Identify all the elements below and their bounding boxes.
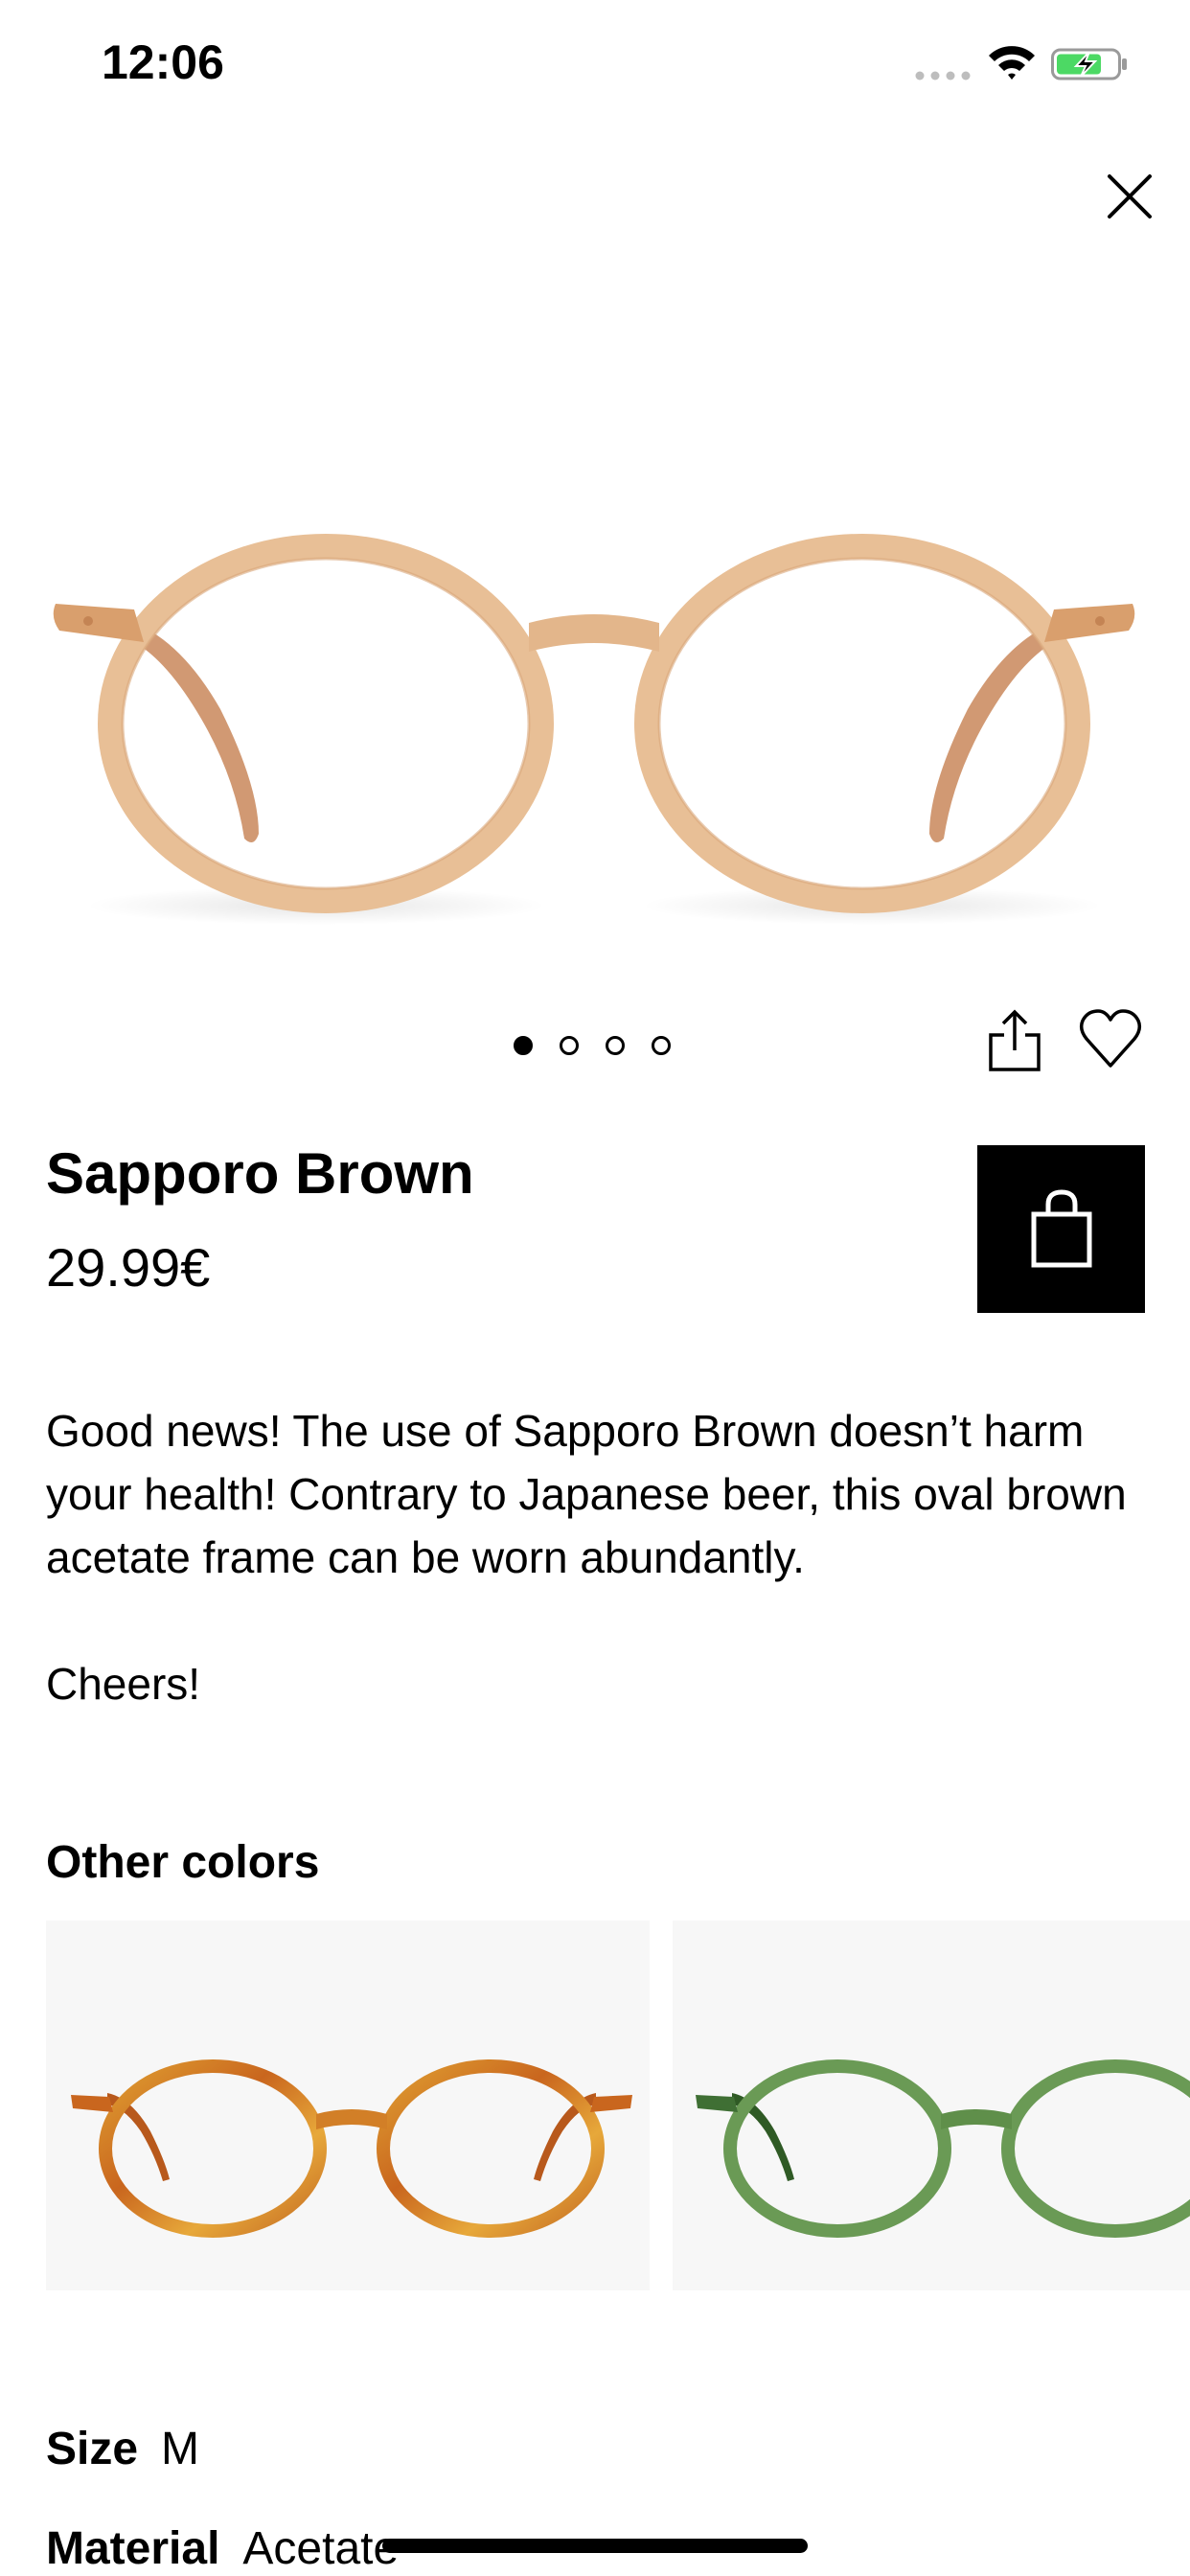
share-icon [989,1009,1041,1071]
heart-icon [1079,1009,1142,1068]
product-title: Sapporo Brown [46,1141,474,1206]
close-icon [1108,174,1152,218]
product-price: 29.99€ [46,1237,211,1298]
spec-material-label: Material [46,2523,220,2574]
spec-material-value: Acetate [242,2523,400,2574]
description-paragraph: Cheers! [46,1659,201,1709]
spec-size: Size M [46,2423,199,2475]
description-paragraph: Good news! The use of Sapporo Brown does… [46,1406,1127,1582]
wifi-icon [989,46,1035,80]
add-to-bag-button[interactable] [977,1145,1145,1313]
green-glasses-image [696,2059,1190,2238]
product-image [53,534,1135,925]
status-time: 12:06 [102,35,224,89]
carousel-dot-4[interactable] [652,1036,671,1055]
favorite-button[interactable] [1079,1008,1142,1070]
other-colors-heading: Other colors [46,1837,320,1888]
shopping-bag-icon [1031,1189,1092,1268]
spec-size-label: Size [46,2424,139,2474]
status-bar: 12:06 [0,0,1190,126]
battery-charging-icon [1051,48,1127,80]
home-indicator[interactable] [382,2539,808,2553]
share-button[interactable] [985,1008,1044,1073]
close-button[interactable] [1102,169,1157,224]
product-description: Good news! The use of Sapporo Brown does… [46,1399,1148,1715]
carousel-dot-1[interactable] [514,1036,533,1055]
carousel-dot-3[interactable] [606,1036,625,1055]
color-variant-card[interactable] [673,1920,1190,2290]
color-variant-card[interactable] [46,1920,650,2290]
signal-dots-icon [915,71,971,80]
carousel-indicator[interactable] [508,1033,680,1062]
carousel-dot-2[interactable] [560,1036,579,1055]
spec-material: Material Acetate [46,2522,399,2575]
spec-size-value: M [161,2424,200,2474]
tortoise-glasses-image [71,2059,632,2238]
